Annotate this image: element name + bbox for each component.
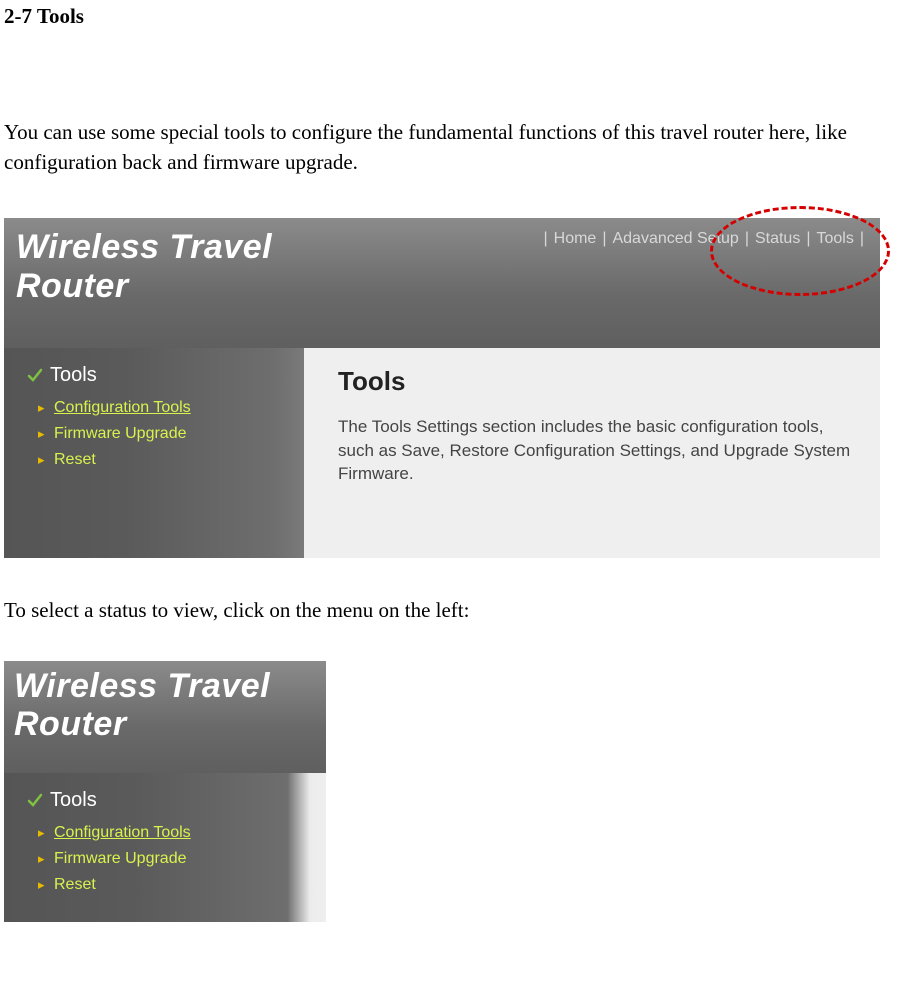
nav-advanced-setup[interactable]: Adavanced Setup: [612, 230, 738, 248]
sidebar-item-firmware-upgrade[interactable]: ▸ Firmware Upgrade: [38, 846, 326, 872]
nav-separator: |: [543, 230, 547, 248]
sidebar-item-reset[interactable]: ▸ Reset: [38, 872, 326, 898]
nav-home[interactable]: Home: [554, 230, 597, 248]
nav-separator: |: [602, 230, 606, 248]
router-header: Wireless Travel Router | Home | Adavance…: [4, 218, 880, 348]
arrow-right-icon: ▸: [38, 877, 48, 893]
arrow-right-icon: ▸: [38, 825, 48, 841]
logo-line-2: Router: [16, 267, 129, 305]
logo-line-1: Wireless Travel: [16, 228, 272, 266]
router-logo: Wireless Travel Router: [4, 661, 326, 743]
router-ui-sidebar-only: Wireless Travel Router Tools ▸ Configura…: [4, 661, 326, 922]
content-description: The Tools Settings section includes the …: [338, 415, 864, 486]
nav-tools[interactable]: Tools: [816, 230, 853, 248]
sidebar-items: ▸ Configuration Tools ▸ Firmware Upgrade…: [26, 395, 304, 473]
nav-separator: |: [860, 230, 864, 248]
sidebar-item-label: Reset: [54, 876, 96, 894]
sidebar-item-label: Firmware Upgrade: [54, 850, 186, 868]
logo-line-1: Wireless Travel: [14, 667, 270, 705]
logo-line-2: Router: [14, 705, 127, 743]
arrow-right-icon: ▸: [38, 452, 48, 468]
nav-status[interactable]: Status: [755, 230, 800, 248]
intro-paragraph: You can use some special tools to config…: [0, 117, 923, 178]
sidebar-item-configuration-tools[interactable]: ▸ Configuration Tools: [38, 395, 304, 421]
sidebar-heading-label: Tools: [50, 364, 97, 387]
router-logo: Wireless Travel Router: [4, 218, 272, 348]
check-icon: [26, 791, 44, 809]
sidebar-heading: Tools: [26, 364, 304, 387]
content-panel: Tools The Tools Settings section include…: [304, 348, 880, 558]
sidebar-heading: Tools: [26, 789, 326, 812]
check-icon: [26, 366, 44, 384]
top-nav: | Home | Adavanced Setup | Status | Tool…: [543, 230, 864, 248]
content-heading: Tools: [338, 366, 864, 397]
arrow-right-icon: ▸: [38, 851, 48, 867]
router-body: Tools ▸ Configuration Tools ▸ Firmware U…: [4, 348, 880, 558]
sidebar-item-firmware-upgrade[interactable]: ▸ Firmware Upgrade: [38, 421, 304, 447]
highlight-ellipse: [710, 206, 890, 296]
sidebar: Tools ▸ Configuration Tools ▸ Firmware U…: [4, 348, 304, 558]
sidebar: Tools ▸ Configuration Tools ▸ Firmware U…: [4, 773, 326, 922]
arrow-right-icon: ▸: [38, 400, 48, 416]
router-ui-full: Wireless Travel Router | Home | Adavance…: [4, 218, 880, 558]
nav-separator: |: [745, 230, 749, 248]
section-heading: 2-7 Tools: [0, 0, 923, 29]
sidebar-item-label: Configuration Tools: [54, 399, 191, 417]
arrow-right-icon: ▸: [38, 426, 48, 442]
sidebar-item-label: Reset: [54, 451, 96, 469]
sidebar-item-label: Configuration Tools: [54, 824, 191, 842]
mid-paragraph: To select a status to view, click on the…: [0, 598, 923, 623]
sidebar-item-configuration-tools[interactable]: ▸ Configuration Tools: [38, 820, 326, 846]
sidebar-item-reset[interactable]: ▸ Reset: [38, 447, 304, 473]
sidebar-items: ▸ Configuration Tools ▸ Firmware Upgrade…: [26, 820, 326, 898]
router-header: Wireless Travel Router: [4, 661, 326, 773]
nav-separator: |: [806, 230, 810, 248]
sidebar-item-label: Firmware Upgrade: [54, 425, 186, 443]
sidebar-heading-label: Tools: [50, 789, 97, 812]
